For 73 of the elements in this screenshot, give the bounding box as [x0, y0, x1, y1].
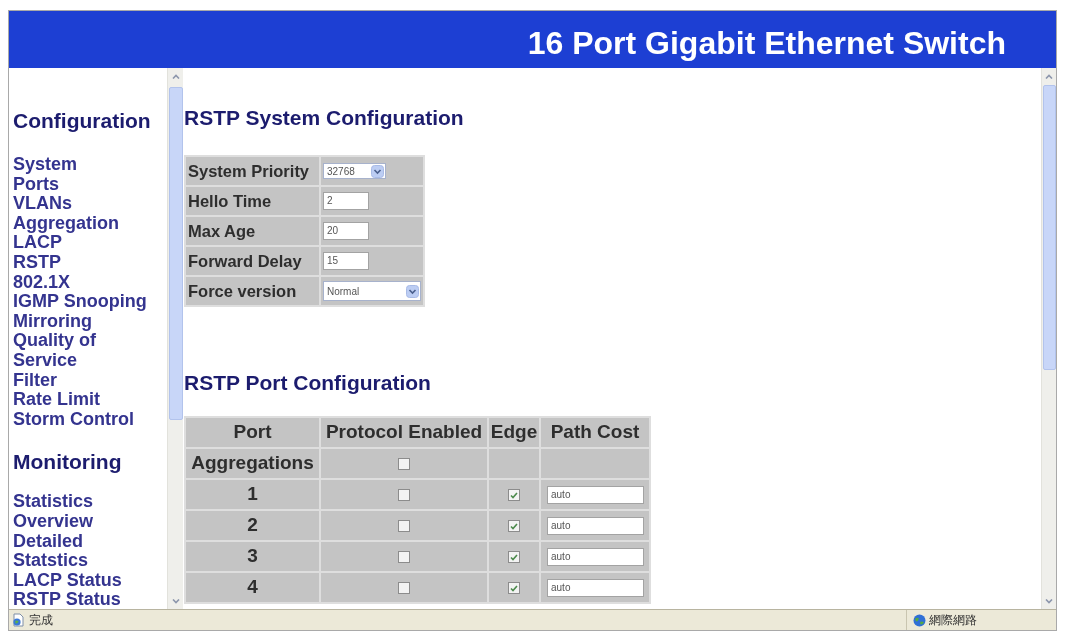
checkbox[interactable] — [508, 520, 520, 533]
nav-link[interactable]: LACP — [13, 233, 62, 253]
nav-link[interactable]: Ports — [13, 174, 59, 195]
checkbox[interactable] — [398, 582, 410, 595]
field-label: System Priority — [186, 157, 319, 185]
nav-link[interactable]: IGMP Snooping — [13, 292, 147, 312]
nav-link[interactable]: Storm Control — [13, 409, 134, 430]
nav-link[interactable]: VLANs — [13, 194, 72, 214]
input-field[interactable]: auto — [547, 578, 644, 597]
input-field[interactable]: auto — [547, 485, 644, 504]
scrollbar[interactable] — [167, 68, 183, 609]
nav-link[interactable]: LACP Status — [13, 570, 122, 591]
input-field[interactable]: 15 — [323, 252, 369, 270]
input-field[interactable]: 20 — [323, 222, 369, 240]
checkmark-icon — [510, 522, 518, 530]
column-header: Protocol Enabled — [321, 418, 487, 447]
nav-link[interactable]: RSTP — [13, 252, 61, 273]
scrollbar-thumb[interactable] — [1042, 85, 1056, 370]
sidebar-heading: Configuration — [13, 109, 152, 133]
nav-link[interactable]: RSTP Status — [13, 590, 121, 609]
input-field[interactable]: auto — [547, 547, 644, 566]
field-label: Max Age — [186, 217, 319, 245]
field-label: Forward Delay — [186, 247, 319, 275]
nav-link[interactable]: Detailed Statstics — [13, 531, 155, 571]
checkbox[interactable] — [508, 489, 520, 502]
chevron-down-icon[interactable] — [171, 598, 180, 604]
chevron-down-icon[interactable] — [406, 284, 419, 298]
zone-text: 網際網路 — [929, 612, 977, 629]
nav-link[interactable]: Filter — [13, 370, 57, 391]
table-cell — [489, 449, 539, 478]
section-title: RSTP System Configuration — [184, 106, 465, 130]
chevron-down-icon[interactable] — [1045, 598, 1053, 604]
checkbox[interactable] — [398, 520, 410, 533]
chevron-down-icon[interactable] — [371, 164, 384, 178]
column-header: Edge — [489, 418, 539, 447]
scrollbar[interactable] — [1041, 68, 1056, 609]
checkmark-icon — [510, 553, 518, 561]
table-cell: 1 — [186, 480, 319, 509]
checkbox[interactable] — [508, 582, 520, 595]
nav-link[interactable]: Mirroring — [13, 311, 92, 332]
checkbox[interactable] — [398, 458, 410, 471]
chevron-up-icon[interactable] — [171, 73, 180, 79]
nav-link[interactable]: Statistics Overview — [13, 492, 155, 532]
input-field[interactable]: 2 — [323, 192, 369, 210]
dropdown[interactable]: 32768 — [323, 163, 386, 179]
section-title: RSTP Port Configuration — [184, 371, 432, 395]
dropdown[interactable]: Normal — [323, 281, 421, 301]
status-text: 完成 — [29, 612, 53, 629]
column-header: Path Cost — [541, 418, 649, 447]
table-cell: 2 — [186, 511, 319, 540]
chevron-up-icon[interactable] — [1045, 73, 1053, 79]
page-icon — [11, 613, 25, 627]
nav-link[interactable]: Rate Limit — [13, 390, 100, 410]
table-cell: Aggregations — [186, 449, 319, 478]
input-field[interactable]: auto — [547, 516, 644, 535]
scrollbar-thumb[interactable] — [168, 87, 183, 420]
table-cell: 4 — [186, 573, 319, 602]
page-title: 16 Port Gigabit Ethernet Switch — [527, 27, 1006, 59]
nav-link[interactable]: 802.1X — [13, 272, 71, 293]
checkmark-icon — [510, 491, 518, 499]
nav-link[interactable]: System — [13, 155, 78, 175]
checkbox[interactable] — [398, 551, 410, 564]
checkbox[interactable] — [508, 551, 520, 564]
sidebar-heading: Monitoring — [13, 450, 123, 475]
field-label: Force version — [186, 277, 319, 305]
column-header: Port — [186, 418, 319, 447]
nav-link[interactable]: Quality of Service — [13, 331, 155, 371]
nav-link[interactable]: Aggregation — [13, 213, 119, 234]
checkbox[interactable] — [398, 489, 410, 502]
table-cell: 3 — [186, 542, 319, 571]
field-label: Hello Time — [186, 187, 319, 215]
globe-icon — [913, 613, 926, 627]
checkmark-icon — [510, 584, 518, 592]
